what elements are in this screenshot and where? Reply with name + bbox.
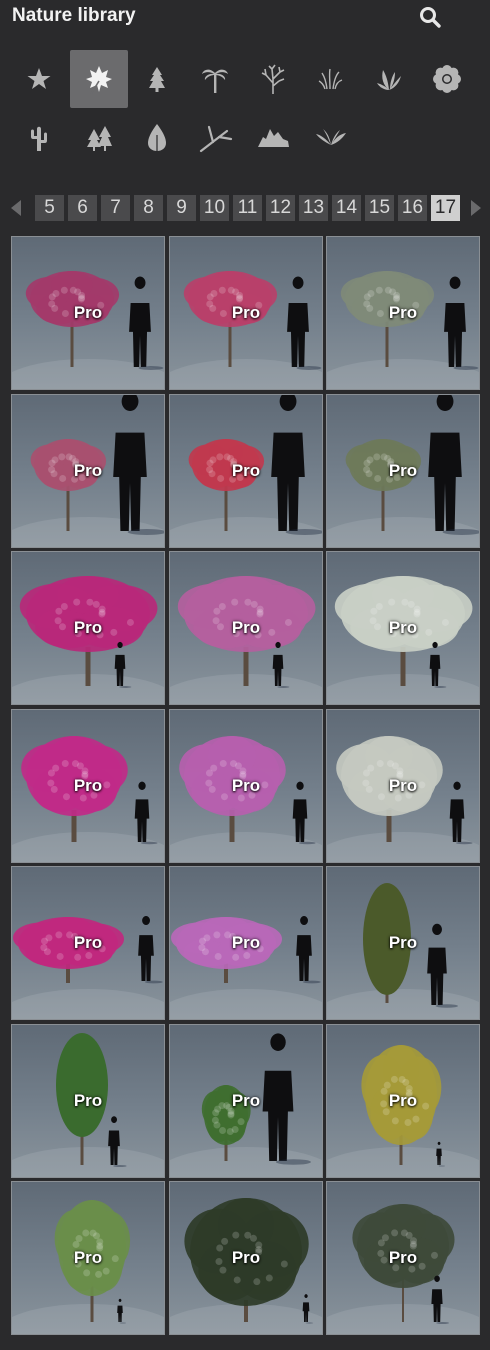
page-5[interactable]: 5: [35, 195, 64, 221]
asset-thumbnail[interactable]: Pro: [326, 551, 480, 705]
asset-thumbnail[interactable]: Pro: [169, 709, 323, 863]
asset-preview-image: [327, 736, 479, 862]
asset-thumbnail[interactable]: Pro: [11, 394, 165, 548]
asset-preview-image: [327, 271, 479, 389]
asset-thumbnail[interactable]: Pro: [326, 236, 480, 390]
chevron-right-icon[interactable]: [468, 197, 484, 219]
asset-preview-image: [12, 271, 164, 389]
asset-preview-image: [12, 576, 164, 704]
category-rock-icon[interactable]: [244, 108, 302, 166]
category-flower-icon[interactable]: [418, 50, 476, 108]
asset-preview-image: [12, 736, 164, 862]
page-7[interactable]: 7: [101, 195, 130, 221]
asset-thumbnail[interactable]: Pro: [11, 1024, 165, 1178]
asset-preview-image: [12, 1200, 164, 1334]
category-bare-tree-icon[interactable]: [244, 50, 302, 108]
asset-thumbnail[interactable]: Pro: [169, 1181, 323, 1335]
asset-thumbnail[interactable]: Pro: [11, 709, 165, 863]
asset-preview-image: [327, 576, 479, 704]
asset-thumbnail[interactable]: Pro: [11, 551, 165, 705]
asset-thumbnail[interactable]: Pro: [11, 866, 165, 1020]
asset-preview-image: [12, 395, 164, 547]
asset-preview-image: [170, 576, 322, 704]
asset-preview-image: [12, 1033, 164, 1177]
category-cactus-icon[interactable]: [10, 108, 68, 166]
asset-preview-image: [170, 736, 322, 862]
pagination: 5 6 7 8 9 10 11 12 13 14 15 16 17: [0, 195, 490, 221]
asset-thumbnail[interactable]: Pro: [169, 866, 323, 1020]
asset-thumbnail[interactable]: Pro: [11, 1181, 165, 1335]
chevron-left-icon[interactable]: [8, 197, 24, 219]
category-star-icon[interactable]: [10, 50, 68, 108]
asset-thumbnail[interactable]: Pro: [11, 236, 165, 390]
page-13[interactable]: 13: [299, 195, 328, 221]
category-forest-icon[interactable]: [70, 108, 128, 166]
asset-preview-image: [170, 916, 322, 1019]
page-11[interactable]: 11: [233, 195, 262, 221]
asset-thumbnail[interactable]: Pro: [326, 1024, 480, 1178]
category-grass-icon[interactable]: [302, 50, 360, 108]
page-16[interactable]: 16: [398, 195, 427, 221]
search-icon[interactable]: [418, 5, 442, 29]
asset-preview-image: [170, 271, 322, 389]
asset-thumbnail[interactable]: Pro: [169, 551, 323, 705]
asset-preview-image: [170, 1198, 322, 1334]
asset-thumbnail[interactable]: Pro: [169, 236, 323, 390]
asset-preview-image: [327, 395, 479, 547]
page-8[interactable]: 8: [134, 195, 163, 221]
asset-preview-image: [12, 916, 164, 1019]
asset-thumbnail[interactable]: Pro: [169, 1024, 323, 1178]
asset-thumbnail[interactable]: Pro: [326, 709, 480, 863]
page-10[interactable]: 10: [200, 195, 229, 221]
header: Nature library: [0, 0, 490, 36]
page-6[interactable]: 6: [68, 195, 97, 221]
library-title: Nature library: [12, 5, 136, 26]
page-12[interactable]: 12: [266, 195, 295, 221]
category-plant-icon[interactable]: [360, 50, 418, 108]
asset-preview-image: [170, 1033, 322, 1177]
asset-thumbnail[interactable]: Pro: [326, 394, 480, 548]
category-leaf-icon[interactable]: [70, 50, 128, 108]
asset-preview-image: [327, 883, 479, 1019]
asset-preview-image: [327, 1045, 479, 1177]
page-9[interactable]: 9: [167, 195, 196, 221]
category-fern-icon[interactable]: [302, 108, 360, 166]
asset-thumbnail[interactable]: Pro: [326, 1181, 480, 1335]
page-15[interactable]: 15: [365, 195, 394, 221]
asset-thumbnail[interactable]: Pro: [169, 394, 323, 548]
asset-thumbnail[interactable]: Pro: [326, 866, 480, 1020]
category-palm-icon[interactable]: [186, 50, 244, 108]
category-branch-icon[interactable]: [186, 108, 244, 166]
asset-preview-image: [327, 1204, 479, 1334]
page-17[interactable]: 17: [431, 195, 460, 221]
asset-preview-image: [170, 395, 322, 547]
page-14[interactable]: 14: [332, 195, 361, 221]
category-leaf-drop-icon[interactable]: [128, 108, 186, 166]
category-conifer-icon[interactable]: [128, 50, 186, 108]
